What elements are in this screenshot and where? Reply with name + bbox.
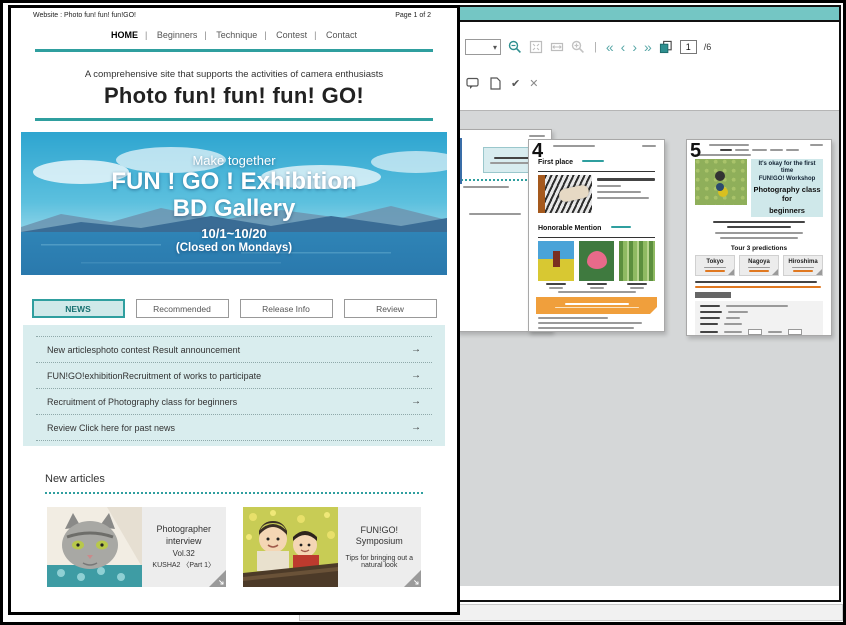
page5-city-tokyo: Tokyo (695, 255, 735, 276)
fit-width-icon[interactable] (550, 40, 564, 54)
card-line3: KUSHA2 〈Part 1〉 (152, 560, 215, 570)
print-header: Website : Photo fun! fun! fun!GO! Page 1… (11, 8, 457, 19)
page5-number: 5 (690, 141, 701, 161)
news-panel: New articlesphoto contest Result announc… (23, 325, 445, 446)
news-item-1[interactable]: New articlesphoto contest Result announc… (36, 336, 432, 363)
site-tagline: A comprehensive site that supports the a… (11, 69, 457, 80)
teal-divider-top (35, 49, 433, 52)
card-title: FUN!GO! Symposium (342, 525, 418, 548)
check-tool-icon[interactable]: ✔ (511, 77, 520, 90)
news-item-text: Recruitment of Photography class for beg… (47, 397, 237, 407)
arrow-right-icon: → (411, 422, 421, 433)
nav-item-technique[interactable]: Technique (209, 30, 264, 40)
banner-dates: 10/1~10/20 (201, 226, 266, 241)
cat-photo (47, 507, 142, 587)
nav-separator: | (314, 30, 316, 40)
thumbnail-page-4[interactable]: 4 First place Honor (528, 139, 665, 332)
article-card-interview[interactable]: Photographer interview Vol.32 KUSHA2 〈Pa… (47, 507, 226, 587)
site-nav: HOME| Beginners| Technique| Contest| Con… (11, 30, 457, 40)
news-item-3[interactable]: Recruitment of Photography class for beg… (36, 389, 432, 415)
next-page-button[interactable]: › (632, 40, 637, 54)
banner-title-line1: FUN ! GO ! Exhibition (111, 169, 356, 195)
article-cards: Photographer interview Vol.32 KUSHA2 〈Pa… (47, 507, 421, 587)
tab-news[interactable]: NEWS (32, 299, 125, 318)
screenshot-root: ▾ | « ‹ › » 1 /6 (0, 0, 846, 625)
tab-release-info[interactable]: Release Info (240, 299, 333, 318)
article-card-symposium[interactable]: FUN!GO! Symposium Tips for bringing out … (243, 507, 422, 587)
zoom-in-icon[interactable] (571, 40, 585, 54)
new-articles-dotted-rule (45, 492, 423, 494)
page4-next-theme-banner (536, 297, 657, 314)
previous-page-button[interactable]: ‹ (621, 40, 626, 54)
news-item-4[interactable]: Review Click here for past news → (36, 415, 432, 441)
page5-city-hiroshima: Hiroshima (783, 255, 823, 276)
arrow-right-icon: → (411, 344, 421, 355)
page4-honorable-heading: Honorable Mention (538, 225, 601, 232)
page4-mention-photo-2 (579, 241, 615, 281)
site-title: Photo fun! fun! fun! GO! (11, 83, 457, 109)
toolbar-separator: | (592, 41, 599, 53)
news-item-text: Review Click here for past news (47, 423, 175, 433)
first-page-button[interactable]: « (606, 40, 614, 54)
page5-hero-photo (695, 159, 747, 205)
page-number-input[interactable]: 1 (680, 40, 697, 54)
arrow-right-icon: → (411, 370, 421, 381)
nav-separator: | (264, 30, 266, 40)
children-photo (243, 507, 338, 587)
zoom-level-dropdown[interactable]: ▾ (465, 39, 501, 55)
hero-banner-text: Make together FUN ! GO ! Exhibition BD G… (21, 132, 447, 275)
pages-overview-icon[interactable] (659, 40, 673, 54)
nav-item-contact[interactable]: Contact (319, 30, 364, 40)
cross-tool-icon[interactable]: ✕ (529, 77, 538, 90)
nav-item-beginners[interactable]: Beginners (150, 30, 205, 40)
card-line2: Vol.32 (173, 549, 195, 558)
card-line3: Tips for bringing out a natural look (342, 555, 418, 569)
chevron-down-icon: ▾ (493, 43, 497, 52)
banner-eyebrow: Make together (192, 153, 275, 168)
thumbnail-page-5[interactable]: 5 It's okay for the first time FUN!GO! W… (686, 139, 832, 336)
hero-banner[interactable]: Make together FUN ! GO ! Exhibition BD G… (21, 132, 447, 275)
last-page-button[interactable]: » (644, 40, 652, 54)
tab-recommended[interactable]: Recommended (136, 299, 229, 318)
page5-workshop-box: It's okay for the first time FUN!GO! Wor… (751, 159, 823, 217)
page4-first-place-photo (538, 175, 592, 213)
nav-item-contest[interactable]: Contest (269, 30, 314, 40)
tab-review[interactable]: Review (344, 299, 437, 318)
news-tabs: NEWS Recommended Release Info Review (11, 299, 457, 318)
arrow-right-icon: → (411, 396, 421, 407)
banner-title-line2: BD Gallery (173, 196, 296, 222)
zoom-out-icon[interactable] (508, 40, 522, 54)
page5-city-nagoya: Nagoya (739, 255, 779, 276)
news-item-text: FUN!GO!exhibitionRecruitment of works to… (47, 371, 261, 381)
nav-separator: | (204, 30, 206, 40)
teal-divider-under-title (35, 118, 433, 121)
page4-mention-photo-3 (619, 241, 655, 281)
news-item-text: New articlesphoto contest Result announc… (47, 345, 240, 355)
note-page-icon[interactable] (488, 76, 502, 90)
page5-details-table (695, 301, 823, 336)
site-preview-window: Website : Photo fun! fun! fun!GO! Page 1… (8, 5, 460, 615)
fit-page-icon[interactable] (529, 40, 543, 54)
print-header-right: Page 1 of 2 (395, 12, 431, 19)
new-articles-heading: New articles (45, 473, 423, 485)
news-item-2[interactable]: FUN!GO!exhibitionRecruitment of works to… (36, 363, 432, 389)
page5-label-chip (695, 292, 731, 298)
page4-first-place-heading: First place (538, 159, 573, 166)
nav-separator: | (145, 30, 147, 40)
page-total-label: /6 (704, 42, 712, 52)
comment-bubble-icon[interactable] (465, 76, 479, 90)
page4-number: 4 (532, 141, 543, 161)
page4-mention-photo-1 (538, 241, 574, 281)
new-articles-section: New articles (45, 473, 423, 494)
print-header-left: Website : Photo fun! fun! fun!GO! (33, 12, 136, 19)
card-title: Photographer interview (146, 524, 222, 547)
page5-tour-heading: Tour 3 predictions (687, 245, 831, 252)
banner-closed-note: (Closed on Mondays) (176, 242, 292, 254)
nav-item-home[interactable]: HOME (104, 30, 145, 40)
